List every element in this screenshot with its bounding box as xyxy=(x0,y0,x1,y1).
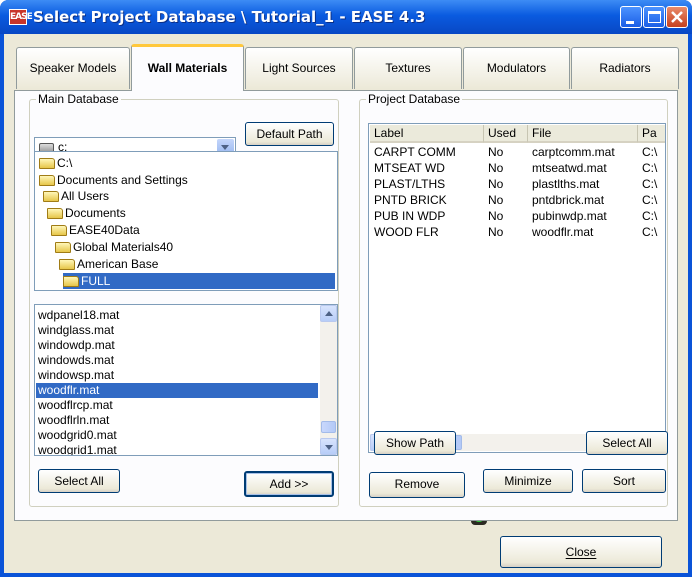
row-path: C:\ xyxy=(642,193,658,207)
tree-item-global-materials40[interactable]: Global Materials40 xyxy=(55,239,173,255)
tab-textures[interactable]: Textures xyxy=(354,47,462,89)
tree-item-label: Documents and Settings xyxy=(57,173,188,187)
tree-item-label: All Users xyxy=(61,189,110,203)
open-folder-icon xyxy=(63,275,79,287)
row-used: No xyxy=(488,145,504,159)
directory-tree[interactable]: C:\ Documents and Settings All Users Doc… xyxy=(34,151,338,291)
dialog-client-area: Speaker Models Wall Materials Light Sour… xyxy=(4,34,688,573)
window-title: Select Project Database \ Tutorial_1 - E… xyxy=(33,8,426,26)
list-item[interactable]: wdpanel18.mat xyxy=(36,308,318,323)
row-path: C:\ xyxy=(642,225,658,239)
close-x-icon xyxy=(671,11,683,23)
row-used: No xyxy=(488,225,504,239)
dialog-window: EASE Select Project Database \ Tutorial_… xyxy=(0,0,692,577)
open-folder-icon xyxy=(55,241,71,253)
show-path-button[interactable]: Show Path xyxy=(374,431,456,455)
column-header-file[interactable]: File xyxy=(528,125,638,143)
tab-speaker-models[interactable]: Speaker Models xyxy=(16,47,130,89)
open-folder-icon xyxy=(39,174,55,186)
remove-button[interactable]: Remove xyxy=(369,472,465,498)
row-label: WOOD FLR xyxy=(374,225,439,239)
close-button[interactable]: Close xyxy=(500,536,662,568)
row-used: No xyxy=(488,193,504,207)
list-item[interactable]: windowds.mat xyxy=(36,353,318,368)
row-path: C:\ xyxy=(642,209,658,223)
tree-item-label: FULL xyxy=(81,274,111,288)
tree-item-c-root[interactable]: C:\ xyxy=(39,155,72,171)
select-all-project-button[interactable]: Select All xyxy=(586,431,668,455)
material-file-list[interactable]: wdpanel18.mat windglass.mat windowdp.mat… xyxy=(34,304,338,456)
list-item[interactable]: woodgrid1.mat xyxy=(36,443,318,455)
scroll-thumb[interactable] xyxy=(321,421,336,433)
maximize-window-button[interactable] xyxy=(643,6,665,28)
tab-wall-materials[interactable]: Wall Materials xyxy=(131,44,244,91)
row-label: PUB IN WDP xyxy=(374,209,446,223)
scroll-up-icon[interactable] xyxy=(320,305,337,322)
list-item[interactable]: woodflr.mat xyxy=(36,383,318,398)
list-item[interactable]: woodgrid0.mat xyxy=(36,428,318,443)
list-item[interactable]: windowdp.mat xyxy=(36,338,318,353)
scroll-down-icon[interactable] xyxy=(320,438,337,455)
row-file: carptcomm.mat xyxy=(532,145,615,159)
row-path: C:\ xyxy=(642,161,658,175)
row-label: CARPT COMM xyxy=(374,145,456,159)
row-file: woodflr.mat xyxy=(532,225,594,239)
main-database-label: Main Database xyxy=(36,92,121,106)
project-database-label: Project Database xyxy=(366,92,463,106)
tree-item-label: EASE40Data xyxy=(69,223,140,237)
tree-item-american-base[interactable]: American Base xyxy=(59,256,158,272)
row-file: mtseatwd.mat xyxy=(532,161,607,175)
default-path-button[interactable]: Default Path xyxy=(245,122,334,146)
tree-item-label: Documents xyxy=(65,206,126,220)
tree-item-documents[interactable]: Documents xyxy=(47,205,126,221)
tree-item-label: American Base xyxy=(77,257,159,271)
tab-modulators[interactable]: Modulators xyxy=(463,47,570,89)
open-folder-icon xyxy=(51,224,67,236)
column-header-path[interactable]: Pa xyxy=(638,125,665,143)
tree-item-ease40data[interactable]: EASE40Data xyxy=(51,222,140,238)
list-item[interactable]: windowsp.mat xyxy=(36,368,318,383)
tab-light-sources[interactable]: Light Sources xyxy=(245,47,353,89)
close-window-button[interactable] xyxy=(666,6,688,28)
row-label: PNTD BRICK xyxy=(374,193,447,207)
title-bar[interactable]: EASE Select Project Database \ Tutorial_… xyxy=(0,0,692,34)
ease-app-icon: EASE xyxy=(9,9,33,25)
tree-item-label: C:\ xyxy=(57,156,73,170)
column-header-label[interactable]: Label xyxy=(370,125,484,143)
minimize-window-button[interactable] xyxy=(620,6,642,28)
sort-button[interactable]: Sort xyxy=(582,469,666,493)
tree-item-documents-and-settings[interactable]: Documents and Settings xyxy=(39,172,188,188)
row-used: No xyxy=(488,209,504,223)
list-item[interactable]: woodflrcp.mat xyxy=(36,398,318,413)
open-folder-icon xyxy=(39,157,55,169)
file-list-scrollbar[interactable] xyxy=(320,305,337,455)
open-folder-icon xyxy=(59,258,75,270)
add-button[interactable]: Add >> xyxy=(244,471,334,497)
row-used: No xyxy=(488,161,504,175)
column-header-used[interactable]: Used xyxy=(484,125,528,143)
row-file: pntdbrick.mat xyxy=(532,193,605,207)
select-all-main-button[interactable]: Select All xyxy=(38,469,120,493)
minimize-button[interactable]: Minimize xyxy=(483,469,573,493)
list-item[interactable]: woodflrln.mat xyxy=(36,413,318,428)
row-path: C:\ xyxy=(642,145,658,159)
project-database-list[interactable]: Label Used File Pa CARPT COMM No carptco… xyxy=(368,123,666,453)
maximize-icon xyxy=(648,11,661,23)
tab-radiators[interactable]: Radiators xyxy=(571,47,679,89)
row-label: PLAST/LTHS xyxy=(374,177,446,191)
list-item[interactable]: windglass.mat xyxy=(36,323,318,338)
row-file: plastlths.mat xyxy=(532,177,600,191)
row-path: C:\ xyxy=(642,177,658,191)
close-button-label: Close xyxy=(565,545,597,559)
tree-item-all-users[interactable]: All Users xyxy=(43,188,109,204)
open-folder-icon xyxy=(43,190,59,202)
row-used: No xyxy=(488,177,504,191)
row-file: pubinwdp.mat xyxy=(532,209,607,223)
minimize-icon xyxy=(626,21,634,24)
tree-item-label: Global Materials40 xyxy=(73,240,174,254)
tree-item-full[interactable]: FULL xyxy=(63,273,335,289)
row-label: MTSEAT WD xyxy=(374,161,445,175)
open-folder-icon xyxy=(47,207,63,219)
